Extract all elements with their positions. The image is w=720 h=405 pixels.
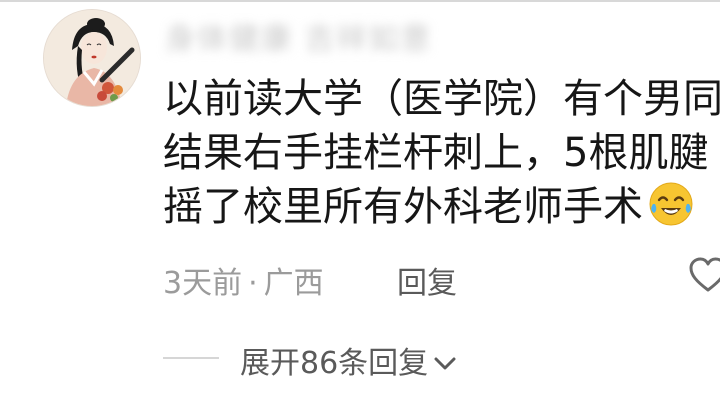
thread-line [163,357,219,359]
avatar[interactable] [44,10,140,106]
comment-line: 结果右手挂栏杆刺上，5根肌腱 [163,130,709,176]
crying-laughing-emoji [649,182,693,226]
expand-replies-label: 展开86条回复 [240,346,429,381]
comment-meta: 3天前 · 广西 [163,258,324,302]
comment-line-with-emoji: 摇了校里所有外科老师手术 [163,180,720,234]
expand-replies-button[interactable]: 展开86条回复 [240,338,456,382]
chevron-down-icon [434,357,456,370]
comment-view: 身体健康 吉祥如意 以前读大学（医学院）有个男同 结果右手挂栏杆刺上，5根肌腱 … [0,0,720,405]
comment-location: 广西 [263,266,324,301]
comment-line: 摇了校里所有外科老师手术 [163,184,643,230]
comment-text: 以前读大学（医学院）有个男同 结果右手挂栏杆刺上，5根肌腱 摇了校里所有外科老师… [163,72,720,234]
reply-button[interactable]: 回复 [397,258,457,302]
username[interactable]: 身体健康 吉祥如意 [165,14,433,58]
avatar-illustration [44,10,140,106]
top-divider [0,0,720,2]
meta-separator: · [248,266,258,301]
comment-time: 3天前 [163,266,243,301]
comment-line: 以前读大学（医学院）有个男同 [163,76,720,122]
heart-icon[interactable] [688,256,720,294]
